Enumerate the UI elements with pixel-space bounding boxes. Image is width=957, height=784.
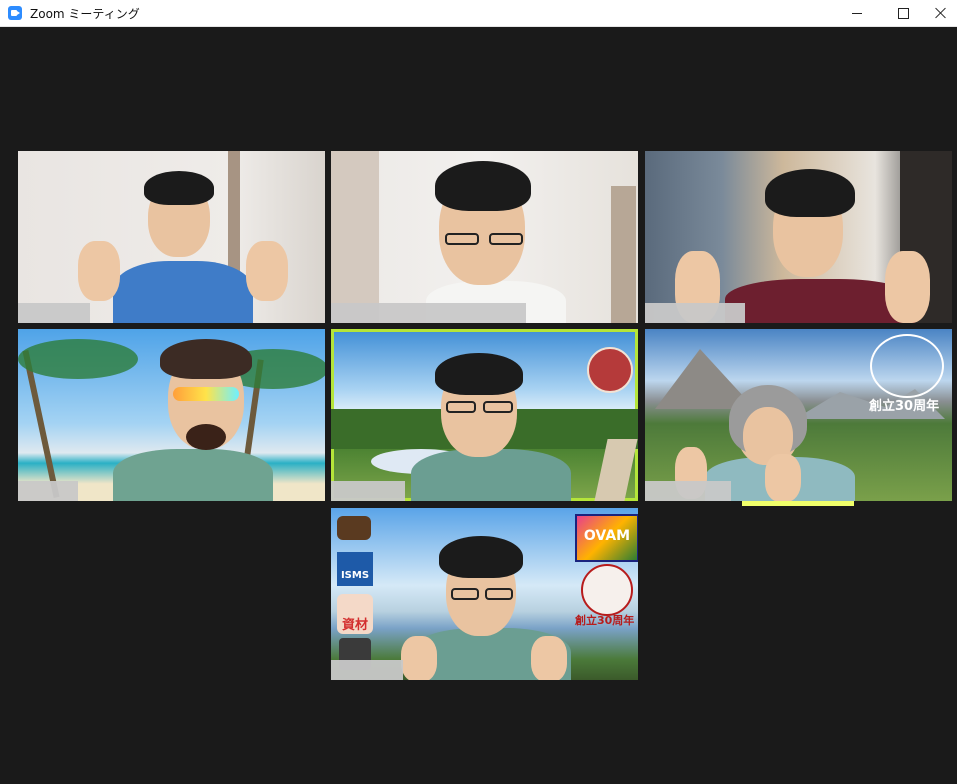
maximize-button[interactable] xyxy=(880,0,926,26)
minimize-icon xyxy=(852,12,862,14)
video-tile-6[interactable]: 創立30周年 xyxy=(645,329,952,501)
anniversary-logo-badge xyxy=(581,564,633,616)
video-tile-7[interactable]: ISMS 資材 OVAM 創立30周年 xyxy=(331,508,638,680)
participant-name-bar xyxy=(331,660,403,680)
close-icon xyxy=(935,7,947,19)
zoom-app-icon xyxy=(8,6,22,20)
video-tile-5-active-speaker[interactable] xyxy=(331,329,638,501)
speaking-indicator xyxy=(742,501,854,506)
maximize-icon xyxy=(897,7,909,19)
window-title: Zoom ミーティング xyxy=(30,6,140,21)
video-tile-2[interactable] xyxy=(331,151,638,323)
ovam-logo-badge: OVAM xyxy=(575,514,638,562)
anniversary-label: 創立30周年 xyxy=(869,399,940,414)
video-tile-1[interactable] xyxy=(18,151,325,323)
close-button[interactable] xyxy=(924,0,957,26)
participant-name-bar xyxy=(18,481,78,501)
window-title-bar: Zoom ミーティング xyxy=(0,0,957,27)
video-tile-4[interactable] xyxy=(18,329,325,501)
participant-name-bar xyxy=(331,481,405,501)
anniversary-logo-badge xyxy=(870,334,944,398)
shizai-badge: 資材 xyxy=(337,594,373,634)
video-tile-3[interactable] xyxy=(645,151,952,323)
participant-name-bar xyxy=(645,303,745,323)
bear-logo-icon xyxy=(337,516,371,540)
minimize-button[interactable] xyxy=(834,0,880,26)
company-logo-badge xyxy=(587,347,633,393)
participant-name-bar xyxy=(331,303,526,323)
participant-name-bar xyxy=(18,303,90,323)
anniversary-label: 創立30周年 xyxy=(575,614,635,627)
isms-badge: ISMS xyxy=(337,552,373,586)
participant-name-bar xyxy=(645,481,731,501)
